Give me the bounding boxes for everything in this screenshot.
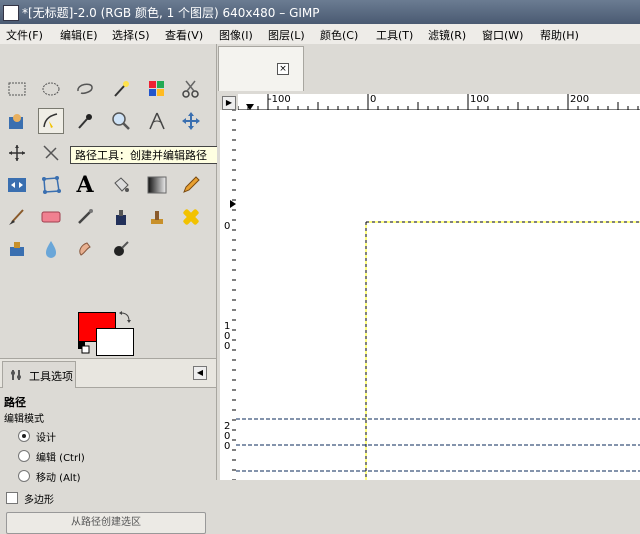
smudge-icon[interactable] <box>72 236 98 262</box>
color-picker-icon[interactable] <box>72 108 98 134</box>
swap-colors-icon[interactable] <box>118 310 132 324</box>
image-tab[interactable]: × <box>218 46 304 91</box>
foreground-select-icon[interactable] <box>4 108 30 134</box>
ruler-label: 0 <box>224 221 231 232</box>
menu-select[interactable]: 选择(S) <box>112 27 150 43</box>
free-select-icon[interactable] <box>72 76 98 102</box>
background-color-swatch[interactable] <box>96 328 134 356</box>
tooltip: 路径工具：创建并编辑路径B <box>70 146 238 164</box>
move-icon[interactable] <box>178 108 204 134</box>
select-by-color-icon[interactable] <box>144 76 170 102</box>
toolbox: A 工具选项 ◀ 路径 编辑模式 设计 编辑 (Ctrl) 移动 (Alt) 多… <box>0 44 217 534</box>
paths-tool-icon[interactable] <box>38 108 64 134</box>
blend-icon[interactable] <box>144 172 170 198</box>
dodge-burn-icon[interactable] <box>108 236 134 262</box>
menu-image[interactable]: 图像(I) <box>219 27 253 43</box>
tab-tool-options[interactable]: 工具选项 <box>2 361 76 388</box>
zoom-icon[interactable] <box>108 108 134 134</box>
default-colors-icon[interactable] <box>78 342 90 354</box>
crop-icon[interactable] <box>38 140 64 166</box>
canvas-view[interactable] <box>236 110 640 480</box>
cage-transform-icon[interactable] <box>38 172 64 198</box>
menu-view[interactable]: 查看(V) <box>165 27 203 43</box>
ruler-label: 1 0 0 <box>224 321 231 352</box>
heal-icon[interactable] <box>178 204 204 230</box>
menu-filters[interactable]: 滤镜(R) <box>428 27 466 43</box>
ruler-label: -100 <box>268 94 291 105</box>
fuzzy-select-icon[interactable] <box>108 76 134 102</box>
path-to-selection-button[interactable]: 从路径创建选区 <box>6 512 206 534</box>
vertical-ruler: 0 1 0 0 2 0 0 <box>220 110 237 480</box>
pencil-icon[interactable] <box>178 172 204 198</box>
app-icon <box>3 5 19 21</box>
tool-options-panel: 路径 编辑模式 设计 编辑 (Ctrl) 移动 (Alt) 多边形 从路径创建选… <box>0 388 210 534</box>
navigation-menu-icon[interactable]: ▶ <box>222 96 236 110</box>
menu-file[interactable]: 文件(F) <box>6 27 43 43</box>
tool-options-tab-bar: 工具选项 ◀ <box>0 358 216 388</box>
tab-tool-options-label: 工具选项 <box>29 370 73 383</box>
airbrush-icon[interactable] <box>72 204 98 230</box>
mode-design-label: 设计 <box>36 433 56 444</box>
menu-edit[interactable]: 编辑(E) <box>60 27 98 43</box>
menu-tools[interactable]: 工具(T) <box>376 27 413 43</box>
clone-icon[interactable] <box>144 204 170 230</box>
menu-windows[interactable]: 窗口(W) <box>482 27 523 43</box>
close-icon[interactable]: × <box>277 63 289 75</box>
paintbrush-icon[interactable] <box>4 204 30 230</box>
flip-icon[interactable] <box>4 172 30 198</box>
ruler-label: 200 <box>570 94 590 105</box>
ruler-label: 100 <box>470 94 490 105</box>
menu-colors[interactable]: 颜色(C) <box>320 27 358 43</box>
tool-options-title: 路径 <box>4 396 26 409</box>
tooltip-text: 路径工具：创建并编辑路径 <box>75 149 207 162</box>
polygon-label: 多边形 <box>24 495 54 506</box>
ellipse-select-icon[interactable] <box>38 76 64 102</box>
ink-icon[interactable] <box>108 204 134 230</box>
mode-edit-label: 编辑 (Ctrl) <box>36 453 85 464</box>
blur-icon[interactable] <box>38 236 64 262</box>
perspective-clone-icon[interactable] <box>4 236 30 262</box>
mode-move-radio[interactable] <box>18 470 30 482</box>
bucket-fill-icon[interactable] <box>108 172 134 198</box>
menu-help[interactable]: 帮助(H) <box>540 27 579 43</box>
tab-menu-arrow-icon[interactable]: ◀ <box>193 366 207 380</box>
mode-edit-radio[interactable] <box>18 450 30 462</box>
polygon-checkbox[interactable] <box>6 492 18 504</box>
measure-icon[interactable] <box>144 108 170 134</box>
mode-design-radio[interactable] <box>18 430 30 442</box>
menu-bar: 文件(F) 编辑(E) 选择(S) 查看(V) 图像(I) 图层(L) 颜色(C… <box>0 24 640 45</box>
title-bar: *[无标题]-2.0 (RGB 颜色, 1 个图层) 640x480 – GIM… <box>0 0 640 24</box>
text-icon[interactable]: A <box>72 172 98 198</box>
ruler-label: 0 <box>370 94 377 105</box>
tool-options-icon <box>11 370 21 380</box>
horizontal-ruler: -100 0 100 200 <box>238 94 640 111</box>
mode-move-label: 移动 (Alt) <box>36 473 81 484</box>
scissors-icon[interactable] <box>178 76 204 102</box>
edit-mode-label: 编辑模式 <box>4 414 44 425</box>
ruler-label: 2 0 0 <box>224 421 231 452</box>
eraser-icon[interactable] <box>38 204 64 230</box>
align-icon[interactable] <box>4 140 30 166</box>
menu-layer[interactable]: 图层(L) <box>268 27 305 43</box>
window-title: *[无标题]-2.0 (RGB 颜色, 1 个图层) 640x480 – GIM… <box>22 6 320 20</box>
rect-select-icon[interactable] <box>4 76 30 102</box>
